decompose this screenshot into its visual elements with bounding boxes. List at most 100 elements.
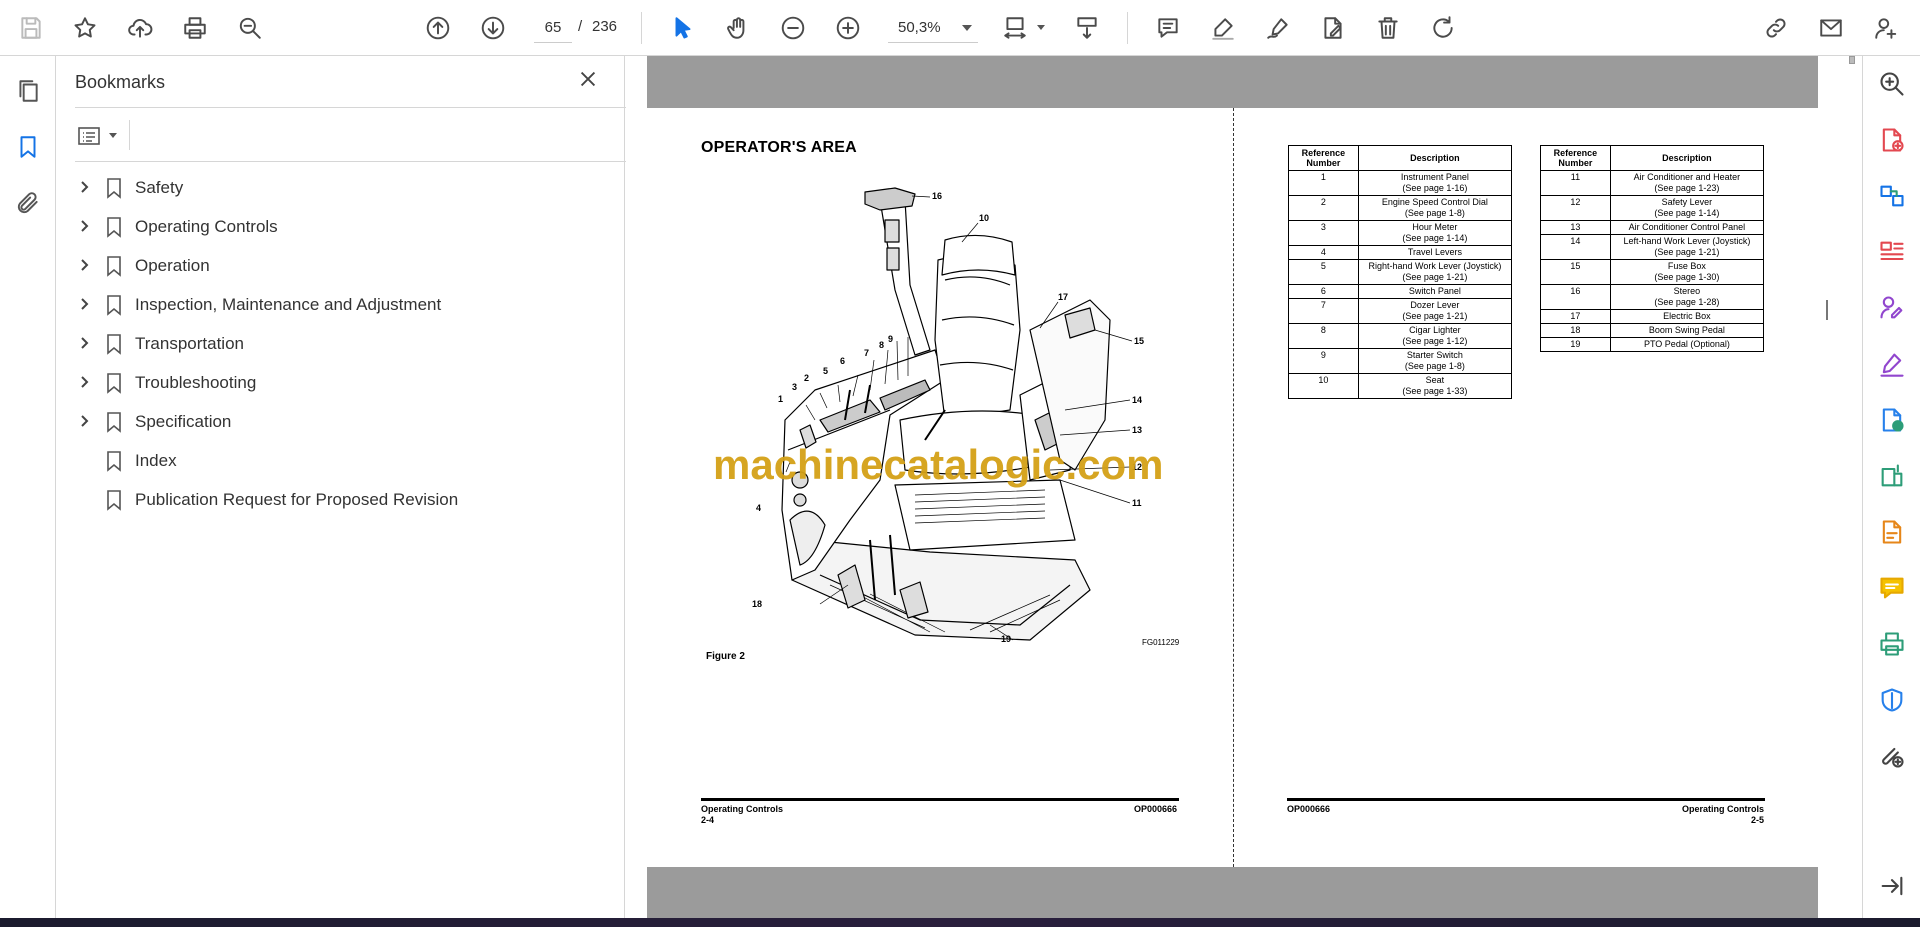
protect-icon[interactable]	[1876, 684, 1908, 716]
page-fit-chevron-icon[interactable]	[1037, 25, 1045, 30]
reference-number-cell: 1	[1288, 170, 1359, 196]
send-review-icon[interactable]	[1876, 404, 1908, 436]
page-title: OPERATOR'S AREA	[701, 139, 857, 156]
callout-5: 5	[823, 366, 828, 376]
delete-icon[interactable]	[1371, 11, 1405, 45]
description-cell: Boom Swing Pedal	[1609, 323, 1765, 338]
comment-icon[interactable]	[1151, 11, 1185, 45]
footer-right-section: Operating Controls 2-5	[1681, 804, 1764, 825]
table-row: 2 Engine Speed Control Dial (See page 1-8)	[1288, 195, 1513, 221]
chevron-right-icon[interactable]	[77, 180, 91, 194]
zoom-level-value: 50,3%	[898, 19, 941, 36]
description-text: Left-hand Work Lever (Joystick)	[1623, 236, 1751, 246]
bookmark-label: Index	[135, 451, 177, 470]
page-number-input[interactable]	[534, 13, 572, 43]
bookmark-item[interactable]: Publication Request for Proposed Revisio…	[67, 480, 617, 519]
page-reference-text: (See page 1-21)	[1654, 247, 1720, 257]
star-icon[interactable]	[68, 11, 102, 45]
scan-ocr-icon[interactable]	[1876, 516, 1908, 548]
description-text: Cigar Lighter	[1409, 325, 1461, 335]
upload-icon[interactable]	[123, 11, 157, 45]
request-signature-icon[interactable]	[1876, 292, 1908, 324]
left-nav-rail	[0, 56, 56, 918]
table-row: 1 Instrument Panel (See page 1-16)	[1288, 170, 1513, 196]
chevron-right-icon[interactable]	[77, 258, 91, 272]
reference-number-cell: 5	[1288, 259, 1359, 285]
scrollbar-marker[interactable]	[1826, 300, 1828, 320]
organize-pages-icon[interactable]	[1876, 236, 1908, 268]
callout-8: 8	[879, 340, 884, 350]
bookmark-item[interactable]: Specification	[67, 402, 617, 441]
description-cell: Seat (See page 1-33)	[1357, 373, 1513, 399]
zoom-search-icon[interactable]	[233, 11, 267, 45]
bookmark-item[interactable]: Transportation	[67, 324, 617, 363]
zoom-out-icon[interactable]	[776, 11, 810, 45]
close-icon[interactable]	[577, 68, 603, 94]
search-zoom-icon[interactable]	[1876, 68, 1908, 100]
bookmark-item[interactable]: Operating Controls	[67, 207, 617, 246]
bookmark-ribbon-icon	[105, 411, 125, 433]
pages-icon[interactable]	[11, 74, 45, 108]
table-row: 13 Air Conditioner Control Panel	[1540, 220, 1765, 235]
bookmark-item[interactable]: Safety	[67, 168, 617, 207]
save-icon[interactable]	[14, 11, 48, 45]
figure-caption: Figure 2	[706, 651, 745, 662]
zoom-level-select[interactable]: 50,3%	[888, 13, 978, 43]
chevron-right-icon[interactable]	[77, 219, 91, 233]
footer-right-docid: OP000666	[1287, 804, 1331, 814]
table-row: 15 Fuse Box (See page 1-30)	[1540, 259, 1765, 285]
attachment-icon[interactable]	[11, 186, 45, 220]
hand-tool-icon[interactable]	[721, 11, 755, 45]
scroll-mode-icon[interactable]	[1070, 11, 1104, 45]
share-link-icon[interactable]	[1759, 11, 1793, 45]
rotate-icon[interactable]	[1426, 11, 1460, 45]
callout-4: 4	[756, 503, 761, 513]
table-row: 3 Hour Meter (See page 1-14)	[1288, 220, 1513, 246]
table-row: 12 Safety Lever (See page 1-14)	[1540, 195, 1765, 221]
comment-tool-icon[interactable]	[1876, 572, 1908, 604]
bookmark-item[interactable]: Inspection, Maintenance and Adjustment	[67, 285, 617, 324]
page-fit-icon[interactable]	[998, 11, 1032, 45]
create-pdf-icon[interactable]	[1876, 180, 1908, 212]
table-row: 4 Travel Levers	[1288, 245, 1513, 260]
fill-sign-icon[interactable]	[1876, 348, 1908, 380]
bookmark-item[interactable]: Troubleshooting	[67, 363, 617, 402]
reference-number-cell: 18	[1540, 323, 1611, 338]
email-icon[interactable]	[1814, 11, 1848, 45]
export-pdf-icon[interactable]	[1876, 124, 1908, 156]
prev-page-icon[interactable]	[421, 11, 455, 45]
print-production-icon[interactable]	[1876, 628, 1908, 660]
print-icon[interactable]	[178, 11, 212, 45]
bookmark-icon[interactable]	[11, 130, 45, 164]
table-row: 9 Starter Switch (See page 1-8)	[1288, 348, 1513, 374]
more-tools-icon[interactable]	[1876, 740, 1908, 772]
page-reference-text: (See page 1-14)	[1402, 233, 1468, 243]
chevron-right-icon[interactable]	[77, 414, 91, 428]
bookmark-options-button[interactable]	[77, 122, 123, 150]
chevron-right-icon[interactable]	[77, 336, 91, 350]
callout-6: 6	[840, 356, 845, 366]
collapse-panel-icon[interactable]	[1876, 870, 1908, 902]
chevron-right-icon[interactable]	[77, 375, 91, 389]
page-reference-text: (See page 1-30)	[1654, 272, 1720, 282]
edit-pdf-icon[interactable]	[1316, 11, 1350, 45]
page-separator: /	[578, 18, 583, 35]
description-cell: Hour Meter (See page 1-14)	[1357, 220, 1513, 246]
description-cell: Air Conditioner and Heater (See page 1-23…	[1609, 170, 1765, 196]
bookmark-item[interactable]: Operation	[67, 246, 617, 285]
add-user-icon[interactable]	[1869, 11, 1903, 45]
select-cursor-icon[interactable]	[666, 11, 700, 45]
reference-number-cell: 8	[1288, 323, 1359, 349]
right-tools-rail	[1862, 56, 1920, 918]
zoom-in-icon[interactable]	[831, 11, 865, 45]
callout-15: 15	[1134, 336, 1144, 346]
chevron-right-icon[interactable]	[77, 297, 91, 311]
next-page-icon[interactable]	[476, 11, 510, 45]
compress-icon[interactable]	[1876, 460, 1908, 492]
bookmark-item[interactable]: Index	[67, 441, 617, 480]
callout-18: 18	[752, 599, 762, 609]
callout-7: 7	[864, 348, 869, 358]
highlight-icon[interactable]	[1206, 11, 1240, 45]
sign-icon[interactable]	[1261, 11, 1295, 45]
scrollbar-thumb[interactable]	[1849, 56, 1855, 64]
